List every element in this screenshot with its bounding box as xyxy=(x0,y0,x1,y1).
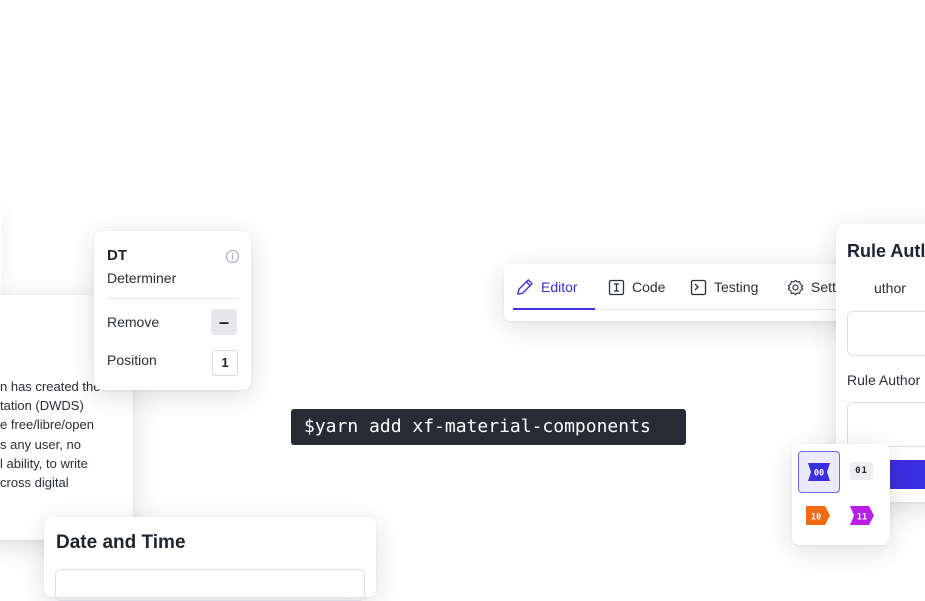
pencil-icon xyxy=(517,278,533,295)
position-row: Position 1 xyxy=(107,346,238,376)
description-text: n has created the tation (DWDS) e free/l… xyxy=(0,377,133,492)
tag-title: DT xyxy=(107,247,127,264)
background-card-edge xyxy=(0,205,2,295)
bit-badge-00: 00 xyxy=(808,463,830,481)
active-tab-indicator xyxy=(513,308,595,310)
date-time-card: Date and Time xyxy=(44,517,376,601)
rule-author-input[interactable] xyxy=(847,402,925,447)
editor-tab-bar: Editor Code Testing Settings xyxy=(504,264,890,321)
terminal-icon xyxy=(690,279,707,295)
description-line: e free/libre/open xyxy=(0,417,94,433)
install-command: $yarn add xf-material-components xyxy=(291,409,686,445)
author-input[interactable] xyxy=(847,311,925,356)
gear-icon xyxy=(787,279,804,295)
tag-popover: DT i Determiner Remove – Position 1 xyxy=(94,231,251,390)
text-cursor-icon xyxy=(608,279,625,295)
bit-option-00[interactable]: 00 xyxy=(798,451,840,493)
description-line: tation (DWDS) xyxy=(0,398,84,414)
bit-option-11[interactable]: 11 xyxy=(850,506,874,525)
author-field-label: uthor xyxy=(874,280,906,296)
date-time-input[interactable] xyxy=(55,569,365,601)
tab-label: Code xyxy=(632,279,666,295)
rule-author-field-label: Rule Author xyxy=(847,372,921,388)
bit-selector: 00 01 10 11 xyxy=(792,444,890,545)
svg-text:11: 11 xyxy=(857,513,867,523)
tab-editor[interactable]: Editor xyxy=(515,275,578,299)
tab-code[interactable]: Code xyxy=(608,275,665,299)
divider xyxy=(107,298,238,299)
svg-text:00: 00 xyxy=(814,469,824,479)
info-icon[interactable]: i xyxy=(226,250,239,263)
remove-row: Remove – xyxy=(107,308,238,336)
svg-text:10: 10 xyxy=(811,513,821,523)
date-time-title: Date and Time xyxy=(56,532,186,553)
description-line: cross digital xyxy=(0,475,69,491)
rule-author-title: Rule Autl xyxy=(847,241,925,261)
position-input[interactable]: 1 xyxy=(212,350,238,376)
tab-testing[interactable]: Testing xyxy=(690,275,758,299)
description-line: s any user, no xyxy=(0,436,81,452)
remove-button[interactable]: – xyxy=(211,309,237,335)
tab-label: Editor xyxy=(541,279,578,295)
tab-label: Testing xyxy=(714,279,759,295)
description-line: l ability, to write xyxy=(0,455,88,471)
remove-label: Remove xyxy=(107,314,160,330)
bit-option-01[interactable]: 01 xyxy=(850,462,873,480)
position-label: Position xyxy=(107,352,157,368)
bit-option-10[interactable]: 10 xyxy=(806,506,830,525)
tag-description: Determiner xyxy=(107,270,177,286)
